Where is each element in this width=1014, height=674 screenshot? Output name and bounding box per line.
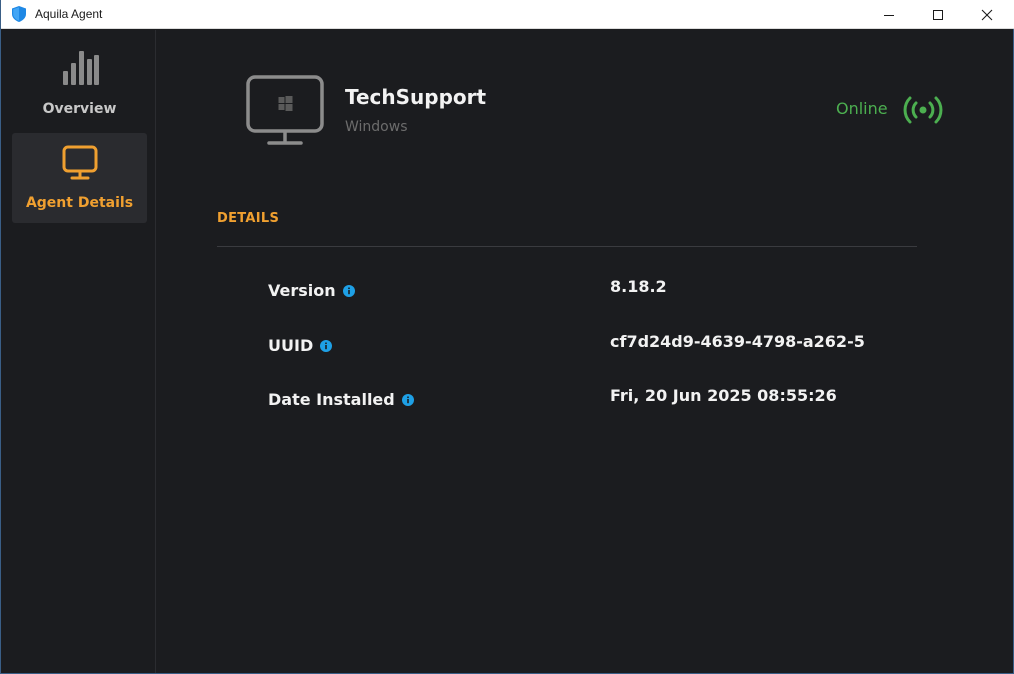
- sidebar: Overview Agent Details: [2, 30, 156, 673]
- detail-label-text: Date Installed: [268, 390, 395, 409]
- sidebar-item-agent-details[interactable]: Agent Details: [12, 133, 147, 223]
- detail-label-text: UUID: [268, 336, 314, 355]
- close-icon: [981, 9, 993, 20]
- agent-name: TechSupport: [345, 85, 487, 109]
- window-title: Aquila Agent: [35, 7, 103, 21]
- close-button[interactable]: [964, 0, 1010, 29]
- minimize-button[interactable]: [866, 0, 912, 29]
- detail-label-text: Version: [268, 281, 336, 300]
- agent-os: Windows: [345, 119, 408, 135]
- broadcast-signal-icon: [903, 96, 943, 124]
- status-badge: Online: [836, 99, 888, 118]
- date-installed-value: Fri, 20 Jun 2025 08:55:26: [610, 386, 837, 405]
- shield-icon: [12, 6, 26, 22]
- uuid-label: UUID: [268, 336, 333, 355]
- sidebar-item-label: Agent Details: [25, 195, 134, 211]
- monitor-icon: [62, 145, 98, 180]
- date-installed-label: Date Installed: [268, 390, 414, 409]
- title-bar[interactable]: Aquila Agent: [1, 0, 1014, 29]
- info-icon[interactable]: [342, 284, 355, 297]
- sidebar-item-overview[interactable]: Overview: [12, 43, 147, 133]
- uuid-value: cf7d24d9-4639-4798-a262-5: [610, 332, 865, 351]
- divider: [217, 246, 917, 247]
- maximize-icon: [933, 9, 943, 20]
- maximize-button[interactable]: [915, 0, 961, 29]
- version-value: 8.18.2: [610, 277, 667, 296]
- computer-monitor-icon: [246, 75, 324, 145]
- app-window: Aquila Agent Overview Agent Details Tech…: [0, 0, 1014, 674]
- info-icon[interactable]: [401, 393, 414, 406]
- version-label: Version: [268, 281, 355, 300]
- sidebar-item-label: Overview: [42, 101, 117, 117]
- details-section-title: DETAILS: [217, 211, 280, 226]
- info-icon[interactable]: [320, 339, 333, 352]
- minimize-icon: [884, 14, 894, 16]
- windows-logo-icon: [278, 96, 293, 111]
- bar-chart-icon: [63, 51, 99, 85]
